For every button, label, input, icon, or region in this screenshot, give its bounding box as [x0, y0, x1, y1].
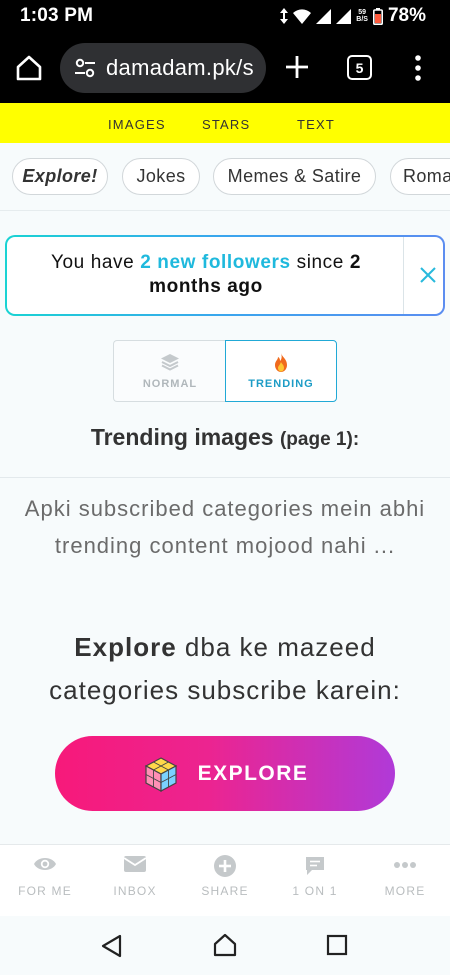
- chip-roma[interactable]: Roma: [390, 158, 450, 195]
- explore-button[interactable]: EXPLORE: [55, 736, 395, 811]
- notice-count: 2: [349, 252, 362, 273]
- close-icon[interactable]: [416, 263, 440, 287]
- nav-text[interactable]: TEXT: [297, 117, 335, 132]
- category-chips: Explore! Jokes Memes & Satire Roma: [0, 143, 450, 211]
- chip-memes-satire[interactable]: Memes & Satire: [213, 158, 376, 195]
- nav-share[interactable]: SHARE: [180, 845, 270, 917]
- notice-followers-link[interactable]: 2 new followers: [140, 252, 290, 273]
- notice-prefix: You have: [50, 252, 135, 273]
- empty-state-line-2: trending content mojood nahi ...: [54, 533, 396, 558]
- status-time: 1:03 PM: [20, 5, 94, 26]
- explore-button-label: EXPLORE: [197, 761, 309, 785]
- tab-normal-label: NORMAL: [142, 378, 198, 390]
- chip-jokes[interactable]: Jokes: [122, 158, 200, 195]
- status-icons: 59 B/S 78%: [280, 5, 426, 27]
- status-bar: 1:03 PM 59 B/S 78%: [0, 0, 450, 32]
- net-speed-unit: B/S: [356, 16, 368, 23]
- chip-explore[interactable]: Explore!: [12, 158, 108, 195]
- tab-trending-label: TRENDING: [248, 378, 314, 390]
- divider: [0, 477, 450, 478]
- recents-icon[interactable]: [326, 934, 348, 956]
- more-dots-icon: [394, 862, 416, 868]
- layers-icon: [161, 354, 179, 371]
- nav-one-on-one[interactable]: 1 ON 1: [270, 845, 360, 917]
- nav-share-label: SHARE: [201, 884, 249, 898]
- mail-icon: [123, 856, 147, 872]
- nav-for-me[interactable]: FOR ME: [0, 845, 90, 917]
- nav-more[interactable]: MORE: [360, 845, 450, 917]
- trending-title: Trending images (page 1):: [0, 424, 450, 451]
- trending-page-text: (page 1):: [279, 429, 360, 450]
- eye-icon: [34, 858, 56, 870]
- nav-more-label: MORE: [384, 884, 426, 898]
- battery-percent: 78%: [387, 5, 426, 26]
- nav-one-on-one-label: 1 ON 1: [292, 884, 338, 898]
- system-nav: [0, 916, 450, 975]
- signal-icon: [316, 8, 332, 24]
- home-icon[interactable]: [15, 54, 43, 82]
- tab-normal[interactable]: NORMAL: [113, 340, 226, 402]
- top-nav: IMAGES STARS TEXT: [0, 103, 450, 143]
- empty-state-message: Apki subscribed categories mein abhi tre…: [20, 490, 430, 564]
- followers-notice[interactable]: You have 2 new followers since 2 months …: [5, 235, 445, 316]
- empty-state-line-1: Apki subscribed categories mein abhi: [24, 496, 426, 521]
- tab-switcher-icon[interactable]: 5: [347, 55, 372, 80]
- nav-for-me-label: FOR ME: [18, 884, 72, 898]
- battery-icon: [372, 7, 383, 25]
- data-arrows-icon: [280, 8, 289, 24]
- nav-inbox[interactable]: INBOX: [90, 845, 180, 917]
- home-nav-icon[interactable]: [213, 933, 237, 957]
- nav-stars[interactable]: STARS: [202, 117, 250, 132]
- address-bar[interactable]: damadam.pk/s: [60, 43, 266, 93]
- tab-trending[interactable]: TRENDING: [225, 340, 337, 402]
- notice-text: You have 2 new followers since 2 months …: [25, 251, 387, 299]
- net-speed: 59 B/S: [356, 9, 368, 23]
- explore-prompt-bold: Explore: [74, 632, 177, 662]
- url-text: damadam.pk/s: [106, 55, 254, 80]
- net-speed-value: 59: [358, 9, 367, 16]
- notice-middle: since: [296, 252, 344, 273]
- cube-icon: [144, 756, 177, 792]
- back-icon[interactable]: [100, 934, 122, 958]
- trending-title-text: Trending images: [90, 424, 274, 450]
- plus-circle-icon: [214, 855, 236, 877]
- chat-icon: [306, 857, 324, 875]
- new-tab-plus-icon[interactable]: [284, 54, 310, 80]
- fire-icon: [275, 353, 287, 372]
- bottom-nav: FOR ME INBOX SHARE 1 ON 1 MORE: [0, 844, 450, 916]
- browser-toolbar: damadam.pk/s 5: [0, 32, 450, 103]
- signal-icon-2: [336, 8, 352, 24]
- nav-inbox-label: INBOX: [113, 884, 157, 898]
- overflow-menu-icon[interactable]: [412, 54, 424, 82]
- notice-suffix: months ago: [149, 276, 263, 297]
- explore-prompt: Explore dba ke mazeed categories subscri…: [20, 626, 430, 712]
- notice-divider: [403, 237, 404, 314]
- wifi-icon: [293, 8, 312, 24]
- mode-toggle: NORMAL TRENDING: [113, 340, 337, 402]
- nav-images[interactable]: IMAGES: [108, 117, 166, 132]
- site-settings-icon[interactable]: [74, 57, 96, 79]
